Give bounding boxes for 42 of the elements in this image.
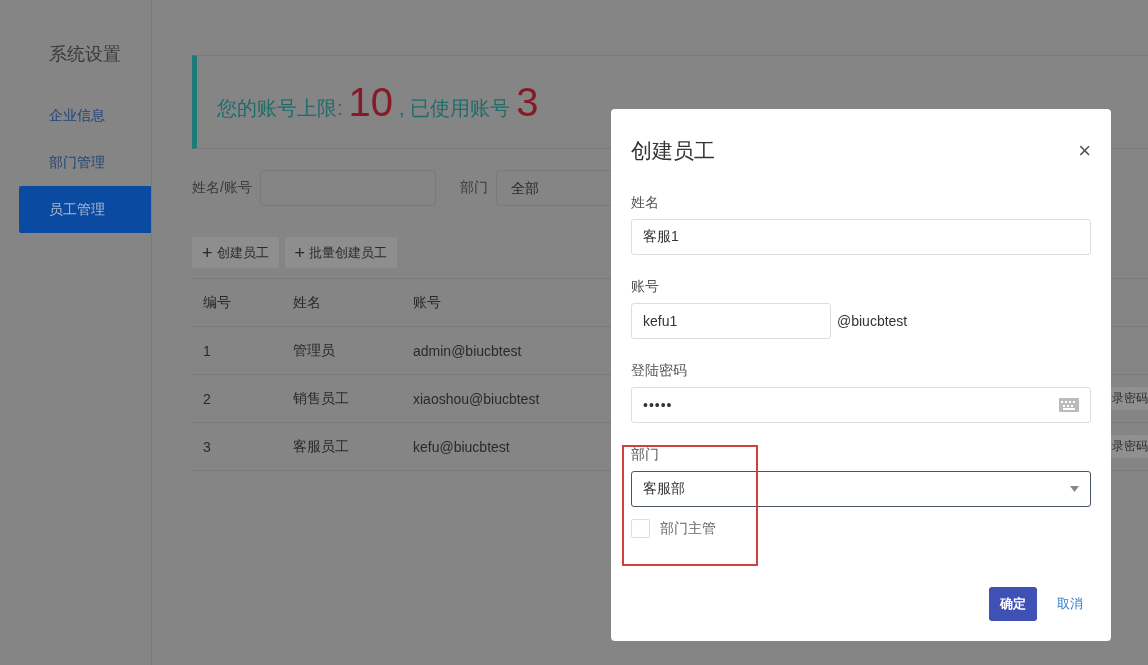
sidebar-item[interactable]: 员工管理 <box>19 186 151 233</box>
filter-label: 部门 <box>459 179 488 197</box>
column-header: 姓名 <box>292 293 322 312</box>
table-cell-text: kefu@biucbtest <box>412 438 511 455</box>
table-cell-text: 2 <box>202 390 212 407</box>
field-label: 账号 <box>631 277 660 295</box>
sidebar-title: 系统设置 <box>49 43 121 66</box>
close-button[interactable]: × <box>1078 140 1091 162</box>
password-button[interactable]: 录密码 <box>1109 435 1148 458</box>
column-header: 账号 <box>412 293 442 312</box>
caret-icon <box>1070 486 1079 492</box>
dialog-title: 创建员工 <box>631 138 715 164</box>
field-label: 登陆密码 <box>631 361 688 379</box>
filter-label: 姓名/账号 <box>192 179 252 197</box>
password-input[interactable]: ••••• <box>631 387 1091 423</box>
field-label: 部门 <box>631 445 660 463</box>
table-cell-text: 客服员工 <box>292 437 350 456</box>
table-cell-text: xiaoshou@biucbtest <box>412 390 541 407</box>
column-header: 编号 <box>202 293 232 312</box>
limit-label: 您的账号上限: <box>217 95 343 121</box>
password-button[interactable]: 录密码 <box>1109 387 1148 410</box>
table-cell-text: 销售员工 <box>292 389 350 408</box>
department-select[interactable]: 客服部 <box>631 471 1091 507</box>
sidebar-item[interactable]: 企业信息 <box>19 92 151 139</box>
cancel-link[interactable]: 取消 <box>1049 595 1091 613</box>
name-input[interactable]: 客服1 <box>631 219 1091 255</box>
table-cell-text: 1 <box>202 342 212 359</box>
sidebar-item[interactable]: 部门管理 <box>19 139 151 186</box>
confirm-button[interactable]: 确定 <box>989 587 1037 621</box>
table-cell-text: 3 <box>202 438 212 455</box>
checkbox-label: 部门主管 <box>660 519 716 538</box>
create-button[interactable]: + 创建员工 <box>192 237 279 268</box>
keyboard-icon[interactable] <box>1059 398 1079 412</box>
used-label: , 已使用账号 <box>399 95 511 121</box>
limit-value: 10 <box>348 79 394 125</box>
create-button[interactable]: + 批量创建员工 <box>284 237 398 268</box>
used-value: 3 <box>516 79 539 125</box>
account-input[interactable]: kefu1 <box>631 303 831 339</box>
table-cell-text: 管理员 <box>292 341 336 360</box>
table-cell-text: admin@biucbtest <box>412 342 523 359</box>
checkbox[interactable] <box>631 519 650 538</box>
account-suffix: @biucbtest <box>837 313 908 329</box>
